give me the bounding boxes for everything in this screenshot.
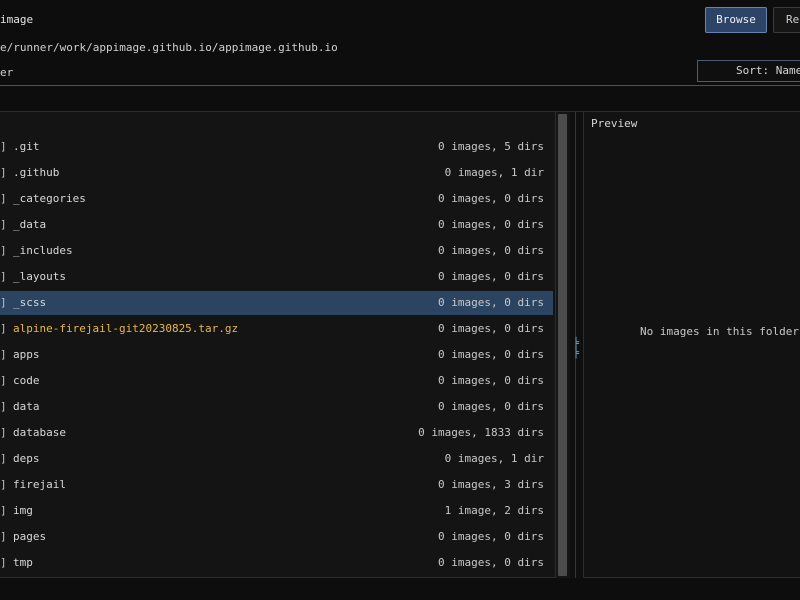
row-marker: ] bbox=[0, 530, 7, 543]
row-marker: ] bbox=[0, 192, 7, 205]
filter-label: er bbox=[0, 66, 14, 79]
row-name: apps bbox=[13, 348, 40, 361]
row-count: 0 images, 1833 dirs bbox=[418, 426, 544, 439]
row-name: _scss bbox=[13, 296, 47, 309]
row-marker: ] bbox=[0, 478, 7, 491]
current-path: e/runner/work/appimage.github.io/appimag… bbox=[0, 41, 338, 54]
row-marker: ] bbox=[0, 322, 7, 335]
file-list-scrollbar[interactable] bbox=[556, 112, 570, 578]
row-marker: ] bbox=[0, 504, 7, 517]
row-count: 0 images, 1 dir bbox=[444, 166, 544, 179]
folder-row[interactable]: ] .github 0 images, 1 dir bbox=[0, 161, 553, 185]
row-name: alpine-firejail-git20230825.tar.gz bbox=[13, 322, 239, 335]
row-marker: ] bbox=[0, 556, 7, 569]
preview-empty-message: No images in this folder bbox=[640, 325, 799, 338]
row-marker: ] bbox=[0, 374, 7, 387]
row-marker: ] bbox=[0, 270, 7, 283]
row-count: 0 images, 0 dirs bbox=[438, 296, 544, 309]
row-marker: ] bbox=[0, 348, 7, 361]
row-count: 0 images, 0 dirs bbox=[438, 192, 544, 205]
preview-title: Preview bbox=[591, 117, 638, 130]
folder-row[interactable]: ] pages 0 images, 0 dirs bbox=[0, 525, 553, 549]
row-count: 1 image, 2 dirs bbox=[444, 504, 544, 517]
folder-row[interactable]: ] _categories 0 images, 0 dirs bbox=[0, 187, 553, 211]
browse-button[interactable]: Browse bbox=[705, 7, 767, 33]
folder-row[interactable]: ] _includes 0 images, 0 dirs bbox=[0, 239, 553, 263]
recent-button[interactable]: Rec bbox=[773, 7, 800, 33]
row-name: tmp bbox=[13, 556, 33, 569]
splitter-grip-icon[interactable]: ╞ ╞ bbox=[573, 339, 579, 359]
row-count: 0 images, 0 dirs bbox=[438, 348, 544, 361]
sort-dropdown[interactable]: Sort: Name bbox=[697, 60, 800, 82]
row-count: 0 images, 0 dirs bbox=[438, 400, 544, 413]
row-marker: ] bbox=[0, 140, 7, 153]
row-count: 0 images, 3 dirs bbox=[438, 478, 544, 491]
row-name: .github bbox=[13, 166, 60, 179]
row-count: 0 images, 0 dirs bbox=[438, 530, 544, 543]
scrollbar-thumb[interactable] bbox=[558, 114, 567, 576]
folder-row[interactable]: ] _layouts 0 images, 0 dirs bbox=[0, 265, 553, 289]
folder-row[interactable]: ] code 0 images, 0 dirs bbox=[0, 369, 553, 393]
row-name: _layouts bbox=[13, 270, 66, 283]
folder-row[interactable]: ] firejail 0 images, 3 dirs bbox=[0, 473, 553, 497]
row-count: 0 images, 0 dirs bbox=[438, 556, 544, 569]
panel-splitter[interactable]: ╞ ╞ bbox=[570, 112, 582, 578]
folder-row[interactable]: ] tmp 0 images, 0 dirs bbox=[0, 551, 553, 575]
row-name: data bbox=[13, 400, 40, 413]
row-count: 0 images, 1 dir bbox=[444, 452, 544, 465]
row-marker: ] bbox=[0, 244, 7, 257]
row-marker: ] bbox=[0, 426, 7, 439]
row-count: 0 images, 0 dirs bbox=[438, 322, 544, 335]
folder-row[interactable]: ] data 0 images, 0 dirs bbox=[0, 395, 553, 419]
row-count: 0 images, 0 dirs bbox=[438, 244, 544, 257]
row-name: database bbox=[13, 426, 66, 439]
row-name: code bbox=[13, 374, 40, 387]
row-name: _categories bbox=[13, 192, 86, 205]
row-marker: ] bbox=[0, 218, 7, 231]
file-list: ] .git 0 images, 5 dirs] .github 0 images, 1… bbox=[0, 135, 553, 577]
row-name: img bbox=[13, 504, 33, 517]
row-name: deps bbox=[13, 452, 40, 465]
row-count: 0 images, 0 dirs bbox=[438, 218, 544, 231]
row-marker: ] bbox=[0, 296, 7, 309]
row-name: .git bbox=[13, 140, 40, 153]
folder-row[interactable]: ] database 0 images, 1833 dirs bbox=[0, 421, 553, 445]
preview-panel: Preview No images in this folder bbox=[583, 112, 800, 578]
row-marker: ] bbox=[0, 452, 7, 465]
row-name: pages bbox=[13, 530, 47, 543]
folder-row[interactable]: ] _scss 0 images, 0 dirs bbox=[0, 291, 553, 315]
header-divider bbox=[0, 85, 800, 86]
row-marker: ] bbox=[0, 166, 7, 179]
file-row[interactable]: ] alpine-firejail-git20230825.tar.gz 0 ima… bbox=[0, 317, 553, 341]
row-name: _data bbox=[13, 218, 47, 231]
folder-row[interactable]: ] apps 0 images, 0 dirs bbox=[0, 343, 553, 367]
row-count: 0 images, 5 dirs bbox=[438, 140, 544, 153]
row-count: 0 images, 0 dirs bbox=[438, 374, 544, 387]
image-browser-window: image e/runner/work/appimage.github.io/a… bbox=[0, 0, 800, 600]
folder-row[interactable]: ] .git 0 images, 5 dirs bbox=[0, 135, 553, 159]
row-name: _includes bbox=[13, 244, 73, 257]
row-marker: ] bbox=[0, 400, 7, 413]
window-title: image bbox=[0, 13, 34, 26]
folder-row[interactable]: ] img 1 image, 2 dirs bbox=[0, 499, 553, 523]
folder-row[interactable]: ] _data 0 images, 0 dirs bbox=[0, 213, 553, 237]
folder-row[interactable]: ] deps 0 images, 1 dir bbox=[0, 447, 553, 471]
file-list-panel: ] .git 0 images, 5 dirs] .github 0 images, 1… bbox=[0, 112, 556, 578]
row-name: firejail bbox=[13, 478, 66, 491]
row-count: 0 images, 0 dirs bbox=[438, 270, 544, 283]
